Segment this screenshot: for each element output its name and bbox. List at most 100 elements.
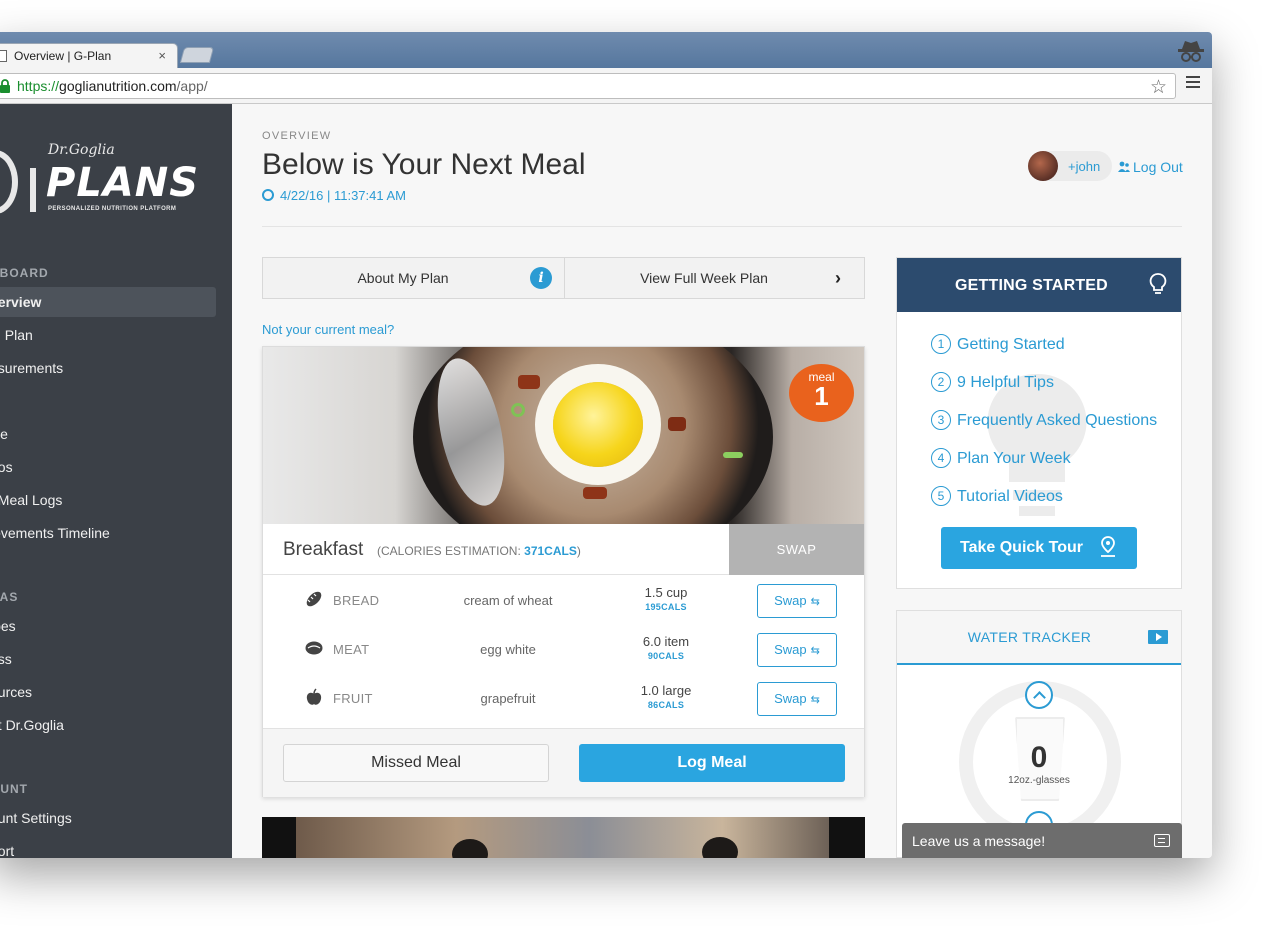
tutorial-videos-link[interactable]: 5 Tutorial Videos xyxy=(931,486,1063,506)
take-quick-tour-button[interactable]: Take Quick Tour xyxy=(941,527,1137,569)
sidebar-item-recipes[interactable]: ipes xyxy=(0,611,216,641)
swap-food-button[interactable]: Swap ⇆ xyxy=(757,682,837,716)
chat-label: Leave us a message! xyxy=(912,833,1046,849)
food-row: FRUIT grapefruit 1.0 large 86CALS Swap ⇆ xyxy=(263,674,864,723)
sidebar-item-measurements[interactable]: asurements xyxy=(0,353,216,383)
apple-icon xyxy=(306,688,322,705)
chevron-right-icon: › xyxy=(835,268,841,288)
food-quantity: 6.0 item xyxy=(642,634,690,649)
swap-meal-button[interactable]: SWAP xyxy=(729,524,864,575)
not-current-meal-link[interactable]: Not your current meal? xyxy=(262,322,394,337)
helpful-tips-link[interactable]: 2 9 Helpful Tips xyxy=(931,372,1054,392)
food-category: BREAD xyxy=(333,593,380,608)
url-bar[interactable]: https://goglianutrition.com/app/ ☆ xyxy=(0,73,1176,99)
bookmark-star-icon[interactable]: ☆ xyxy=(1150,76,1167,99)
faq-link-label: Frequently Asked Questions xyxy=(957,412,1158,429)
browser-tab[interactable]: Overview | G-Plan × xyxy=(0,43,178,68)
sidebar-item-achievements[interactable]: ievements Timeline xyxy=(0,518,216,548)
swap-food-button[interactable]: Swap ⇆ xyxy=(757,633,837,667)
video-icon[interactable] xyxy=(1148,630,1168,644)
water-tracker-header: WATER TRACKER xyxy=(897,611,1181,665)
view-full-week-label: View Full Week Plan xyxy=(640,270,768,286)
meat-icon xyxy=(305,641,323,655)
bread-icon xyxy=(306,591,322,607)
sidebar: Dr.Goglia PLANS PERSONALIZED NUTRITION P… xyxy=(0,104,232,858)
chat-icon xyxy=(1154,834,1170,847)
meal-header: Breakfast (CALORIES ESTIMATION: 371CALS)… xyxy=(263,524,864,575)
calorie-estimate-value: 371CALS xyxy=(524,544,577,558)
about-my-plan-button[interactable]: About My Plan i xyxy=(263,258,565,298)
incognito-icon xyxy=(1178,41,1204,62)
sidebar-item-profile[interactable]: file xyxy=(0,419,216,449)
username: +john xyxy=(1068,159,1101,174)
getting-started-link-label: Getting Started xyxy=(957,336,1065,353)
swap-arrows-icon: ⇆ xyxy=(810,694,820,706)
sidebar-item-meal-plan[interactable]: al Plan xyxy=(0,320,216,350)
faq-link[interactable]: 3 Frequently Asked Questions xyxy=(931,410,1157,430)
sidebar-item-fitness[interactable]: ess xyxy=(0,644,216,674)
new-tab-button[interactable] xyxy=(179,47,215,63)
meal-badge-number: 1 xyxy=(814,381,829,411)
getting-started-link[interactable]: 1 Getting Started xyxy=(931,334,1065,354)
meal-name: Breakfast xyxy=(283,539,364,560)
food-category: MEAT xyxy=(333,642,370,657)
sidebar-item-map[interactable]: p xyxy=(0,386,216,416)
food-calories: 90CALS xyxy=(647,651,685,661)
food-name: cream of wheat xyxy=(463,593,553,608)
plan-your-week-link[interactable]: 4 Plan Your Week xyxy=(931,448,1071,468)
logo-wordmark: PLANS xyxy=(46,160,200,206)
increase-water-button[interactable] xyxy=(1025,681,1053,709)
sidebar-item-support[interactable]: port xyxy=(0,836,216,858)
url-text: https://goglianutrition.com/app/ xyxy=(17,78,208,94)
food-name: egg white xyxy=(480,642,536,657)
helpful-tips-link-label: 9 Helpful Tips xyxy=(957,374,1054,391)
logo-mark xyxy=(0,150,18,214)
browser-menu-icon[interactable] xyxy=(1186,76,1200,88)
lightbulb-icon xyxy=(1149,273,1167,294)
getting-started-title: GETTING STARTED xyxy=(955,277,1108,294)
browser-window: Overview | G-Plan × https://goglianutrit… xyxy=(0,32,1212,858)
timestamp: 4/22/16 | 11:37:41 AM xyxy=(262,188,406,203)
missed-meal-button[interactable]: Missed Meal xyxy=(283,744,549,782)
tutorial-videos-link-label: Tutorial Videos xyxy=(957,488,1063,505)
take-quick-tour-label: Take Quick Tour xyxy=(960,539,1083,556)
logout-link[interactable]: Log Out xyxy=(1118,159,1183,175)
sidebar-item-about[interactable]: ut Dr.Goglia xyxy=(0,710,216,740)
step-number: 5 xyxy=(931,486,951,506)
calorie-estimate-prefix: (CALORIES ESTIMATION: xyxy=(377,544,525,558)
food-quantity: 1.5 cup xyxy=(644,585,688,600)
swap-food-button[interactable]: Swap ⇆ xyxy=(757,584,837,618)
logo-tagline: PERSONALIZED NUTRITION PLATFORM xyxy=(48,206,177,212)
chat-widget[interactable]: Leave us a message! xyxy=(902,823,1182,858)
avatar xyxy=(1028,151,1058,181)
info-icon: i xyxy=(530,267,552,289)
sidebar-item-account-settings[interactable]: ount Settings xyxy=(0,803,216,833)
water-unit-label: 12oz.-glasses xyxy=(1008,775,1070,786)
tab-title: Overview | G-Plan xyxy=(14,49,112,63)
user-menu[interactable]: +john xyxy=(1028,151,1112,181)
sidebar-item-resources[interactable]: ources xyxy=(0,677,216,707)
water-tracker-title: WATER TRACKER xyxy=(967,629,1092,645)
food-row: BREAD cream of wheat 1.5 cup 195CALS Swa… xyxy=(263,576,864,625)
sidebar-item-videos[interactable]: eos xyxy=(0,452,216,482)
sidebar-item-meal-logs[interactable]: t Meal Logs xyxy=(0,485,216,515)
url-scheme: https:// xyxy=(17,78,60,94)
swap-arrows-icon: ⇆ xyxy=(810,645,820,657)
view-full-week-button[interactable]: View Full Week Plan › xyxy=(565,258,865,298)
sidebar-section-account: OUNT xyxy=(0,782,28,796)
food-calories: 86CALS xyxy=(647,700,685,710)
food-name: grapefruit xyxy=(480,691,536,706)
meal-photo: meal 1 xyxy=(263,347,864,524)
sidebar-section-dashboard: HBOARD xyxy=(0,266,49,280)
calorie-estimate-suffix: ) xyxy=(576,544,581,558)
video-thumbnail[interactable] xyxy=(262,817,865,858)
browser-toolbar: https://goglianutrition.com/app/ ☆ xyxy=(0,68,1212,104)
log-meal-button[interactable]: Log Meal xyxy=(579,744,845,782)
gplans-logo[interactable]: Dr.Goglia PLANS PERSONALIZED NUTRITION P… xyxy=(0,142,210,222)
sidebar-item-overview[interactable]: verview xyxy=(0,287,216,317)
food-quantity: 1.0 large xyxy=(640,683,692,698)
tab-close-icon[interactable]: × xyxy=(158,48,166,63)
map-pin-icon xyxy=(1101,536,1115,557)
lock-icon xyxy=(0,79,10,93)
meal-card: meal 1 Breakfast (CALORIES ESTIMATION: 3… xyxy=(262,346,865,797)
